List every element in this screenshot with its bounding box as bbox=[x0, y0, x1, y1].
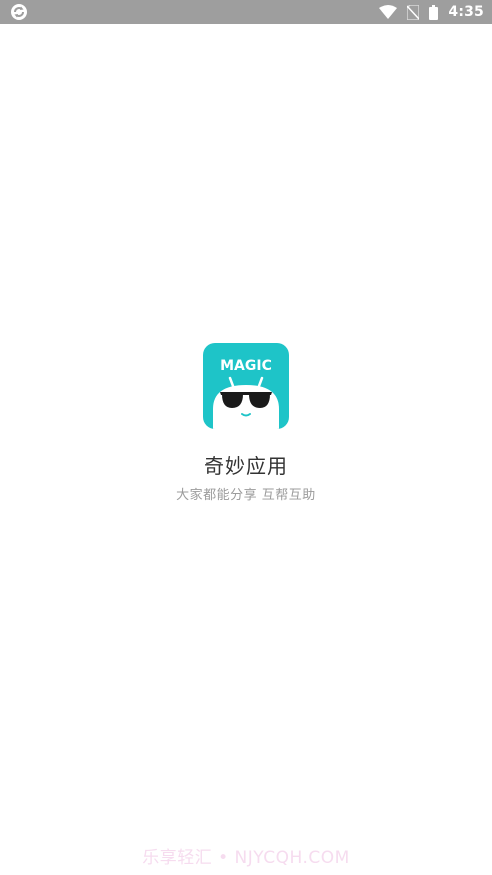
status-time: 4:35 bbox=[448, 4, 484, 20]
no-sim-icon bbox=[407, 4, 420, 20]
battery-icon bbox=[429, 4, 439, 20]
app-tagline: 大家都能分享 互帮互助 bbox=[176, 488, 316, 503]
splash-screen: 4:35 MAGIC 奇妙应用 大家都能分享 互帮互助 乐享轻汇 • NJYCQ… bbox=[0, 0, 492, 875]
logo-magic-text: MAGIC bbox=[220, 358, 272, 374]
app-logo: MAGIC bbox=[203, 343, 289, 429]
wifi-icon bbox=[379, 5, 398, 19]
watermark: 乐享轻汇 • NJYCQH.COM bbox=[142, 848, 350, 868]
app-name: 奇妙应用 bbox=[204, 454, 288, 478]
status-bar: 4:35 bbox=[0, 0, 492, 24]
sync-app-icon bbox=[10, 3, 28, 21]
